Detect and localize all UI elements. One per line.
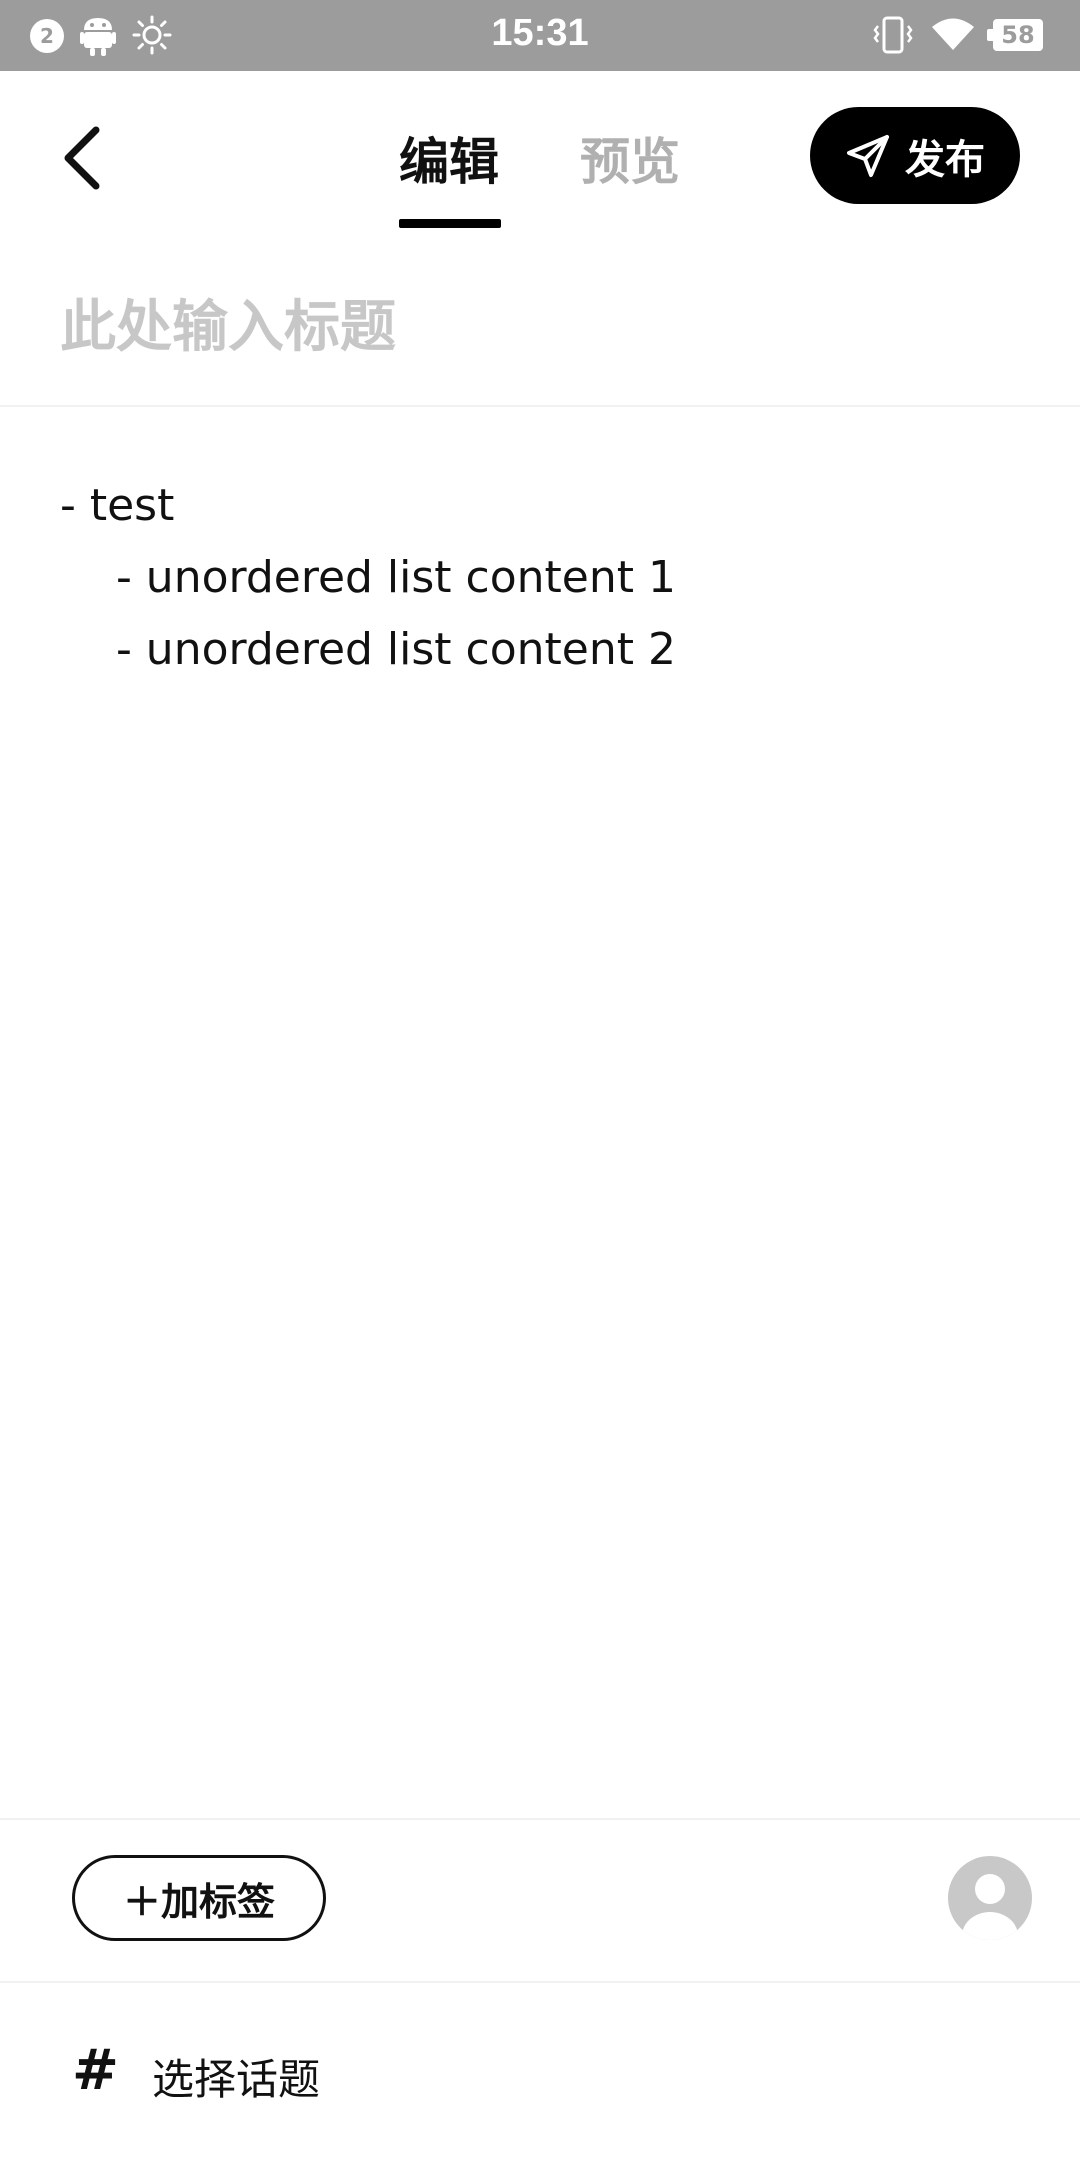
tab-edit[interactable]: 编辑	[399, 122, 499, 194]
battery-icon: 58	[987, 19, 1043, 51]
footer-divider	[0, 1818, 1080, 1820]
publish-button[interactable]: 发布	[810, 107, 1020, 204]
select-topic-row[interactable]: # 选择话题	[0, 2000, 1080, 2140]
content-line: - test	[60, 480, 175, 531]
status-time: 15:31	[491, 12, 589, 54]
active-tab-indicator	[399, 219, 501, 228]
content-line: - unordered list content 2	[60, 624, 676, 675]
publish-label: 发布	[905, 136, 985, 183]
tab-preview[interactable]: 预览	[580, 122, 680, 194]
vibrate-icon	[873, 16, 913, 54]
wifi-icon	[932, 18, 974, 50]
topic-divider	[0, 1981, 1080, 1983]
content-editor[interactable]: - test - unordered list content 1 - unor…	[60, 470, 676, 686]
content-line: - unordered list content 1	[60, 552, 676, 603]
title-input[interactable]: 此处输入标题	[60, 282, 396, 363]
status-bar: 2 15:31 58	[0, 0, 1080, 71]
send-icon	[847, 134, 889, 177]
title-divider	[0, 405, 1080, 407]
hashtag-icon: #	[72, 2038, 119, 2103]
add-tag-button[interactable]: ＋加标签	[72, 1855, 326, 1941]
back-arrow-icon[interactable]	[52, 118, 112, 198]
select-topic-label: 选择话题	[152, 2055, 321, 2104]
avatar[interactable]	[948, 1856, 1032, 1940]
